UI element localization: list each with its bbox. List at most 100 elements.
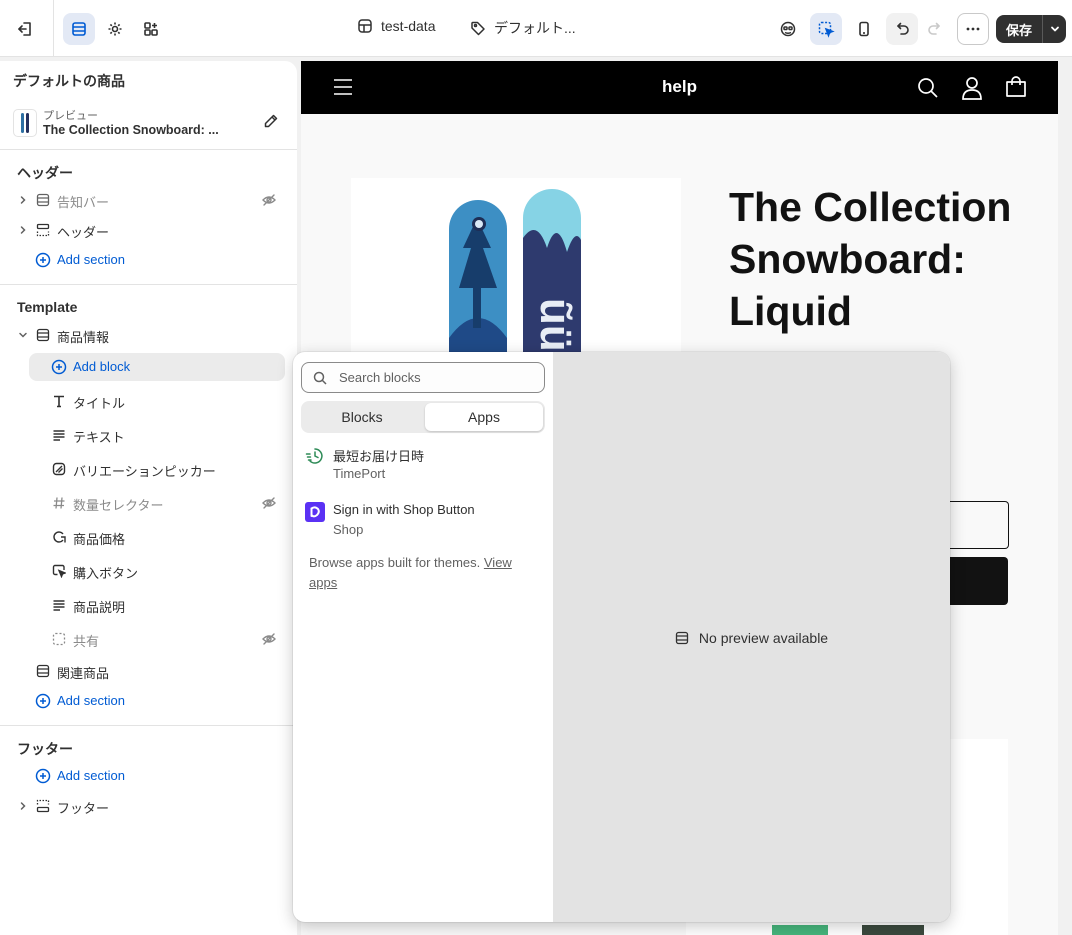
- redo-button[interactable]: [919, 13, 951, 45]
- app-block-timeport[interactable]: 最短お届け日時 TimePort: [305, 444, 545, 488]
- block-buy-buttons[interactable]: 購入ボタン: [0, 556, 297, 586]
- exit-button[interactable]: [9, 13, 41, 45]
- template-add-section-button[interactable]: Add section: [0, 686, 297, 716]
- add-block-popover: Blocks Apps 最短お届け日時 TimePort Sign in wit…: [293, 352, 950, 922]
- price-tag-icon: [53, 531, 66, 543]
- section-footer[interactable]: フッター: [0, 791, 297, 821]
- tag-icon: [471, 21, 485, 36]
- chevron-right-icon: [20, 196, 26, 204]
- edit-preview-button[interactable]: [263, 113, 279, 129]
- preview-label: プレビュー: [43, 110, 98, 122]
- related-product-image: [772, 925, 828, 935]
- save-label: 保存: [1005, 22, 1032, 38]
- footer-add-section-button[interactable]: Add section: [0, 761, 297, 791]
- share-icon: [52, 632, 66, 646]
- divider: [0, 725, 297, 726]
- store-selector[interactable]: test-data: [357, 18, 435, 34]
- eye-off-icon[interactable]: [261, 192, 277, 208]
- section-icon: [36, 664, 50, 678]
- chevron-right-icon: [20, 802, 26, 810]
- template-group-title: Template: [17, 299, 78, 315]
- undo-button[interactable]: [886, 13, 918, 45]
- preview-product-selector[interactable]: プレビュー The Collection Snowboard: ...: [13, 105, 283, 141]
- section-announcement-bar[interactable]: 告知バー: [0, 185, 297, 215]
- pencil-icon: [264, 114, 278, 128]
- eye-off-icon[interactable]: [261, 631, 277, 647]
- product-thumbnail: [13, 109, 37, 137]
- section-product-info[interactable]: 商品情報: [0, 320, 297, 350]
- search-blocks-field[interactable]: [301, 362, 545, 393]
- section-related-products[interactable]: 関連商品: [0, 656, 297, 686]
- preview-product-name: The Collection Snowboard: ...: [43, 123, 219, 137]
- block-label: 共有: [73, 634, 100, 649]
- more-horizontal-icon: [966, 27, 980, 31]
- sidebar-title: デフォルトの商品: [13, 73, 125, 89]
- sections-button[interactable]: [63, 13, 95, 45]
- add-to-cart-button[interactable]: [950, 501, 1009, 549]
- block-share[interactable]: 共有: [0, 624, 297, 654]
- template-selector[interactable]: デフォルト...: [470, 18, 576, 38]
- block-text[interactable]: テキスト: [0, 420, 297, 450]
- app-name: 最短お届け日時: [333, 449, 425, 464]
- footer-group-title: フッター: [17, 741, 73, 757]
- account-icon[interactable]: [961, 76, 983, 100]
- section-label: 告知バー: [57, 195, 110, 210]
- section-label: 関連商品: [57, 666, 110, 681]
- device-preview-button[interactable]: [848, 13, 880, 45]
- header-add-section-button[interactable]: Add section: [0, 245, 297, 275]
- product-title: The Collection Snowboard: Liquid: [729, 184, 1012, 334]
- store-header: help: [301, 61, 1058, 114]
- tab-blocks[interactable]: Blocks: [303, 403, 421, 431]
- cursor-select-icon: [818, 21, 835, 38]
- cart-icon[interactable]: [1005, 76, 1027, 98]
- block-label: 購入ボタン: [73, 566, 139, 581]
- section-header[interactable]: ヘッダー: [0, 215, 297, 245]
- timeport-icon: [305, 448, 323, 464]
- block-variant-picker[interactable]: バリエーションピッカー: [0, 454, 297, 484]
- app-block-shop-sign-in[interactable]: Sign in with Shop Button Shop: [305, 500, 545, 544]
- block-price[interactable]: 商品価格: [0, 522, 297, 552]
- mobile-icon: [859, 21, 869, 37]
- buy-now-button[interactable]: [950, 557, 1008, 605]
- store-name: test-data: [381, 18, 436, 34]
- app-vendor: TimePort: [333, 466, 386, 481]
- eye-off-icon[interactable]: [261, 495, 277, 511]
- chevron-down-icon: [19, 332, 27, 338]
- store-brand[interactable]: help: [301, 77, 1058, 97]
- section-icon: [36, 328, 50, 342]
- sidebar: デフォルトの商品 プレビュー The Collection Snowboard:…: [0, 61, 297, 935]
- block-label: 商品説明: [73, 600, 126, 615]
- divider: [0, 284, 297, 285]
- add-section-label: Add section: [57, 693, 125, 708]
- block-quantity-selector[interactable]: 数量セレクター: [0, 488, 297, 518]
- select-element-button[interactable]: [810, 13, 842, 45]
- block-description[interactable]: 商品説明: [0, 590, 297, 620]
- exit-icon: [18, 22, 31, 36]
- section-label: フッター: [57, 801, 110, 816]
- inspector-button[interactable]: [772, 13, 804, 45]
- no-preview-message: No preview available: [553, 630, 950, 646]
- block-label: タイトル: [73, 396, 126, 411]
- search-icon[interactable]: [917, 77, 939, 99]
- divider: [0, 149, 297, 150]
- block-label: 数量セレクター: [73, 498, 164, 513]
- search-icon: [313, 371, 327, 385]
- more-actions-button[interactable]: [957, 13, 989, 45]
- add-block-button[interactable]: Add block: [29, 353, 285, 381]
- section-icon: [36, 193, 50, 207]
- search-blocks-input[interactable]: [339, 370, 529, 385]
- top-bar: test-data デフォルト... 保存: [0, 0, 1072, 57]
- theme-settings-button[interactable]: [99, 13, 131, 45]
- block-title[interactable]: タイトル: [0, 386, 297, 416]
- footer-section-icon: [36, 799, 50, 813]
- app-name: Sign in with Shop Button: [333, 502, 475, 517]
- preview-scrollbar[interactable]: [1058, 61, 1072, 935]
- section-label: ヘッダー: [57, 225, 110, 240]
- app-embeds-button[interactable]: [135, 13, 167, 45]
- hash-icon: [53, 497, 65, 509]
- save-button[interactable]: 保存: [996, 15, 1066, 43]
- tab-apps[interactable]: Apps: [425, 403, 543, 431]
- save-menu-button[interactable]: [1042, 15, 1066, 43]
- header-group-title: ヘッダー: [17, 165, 73, 181]
- topbar-divider: [53, 0, 54, 57]
